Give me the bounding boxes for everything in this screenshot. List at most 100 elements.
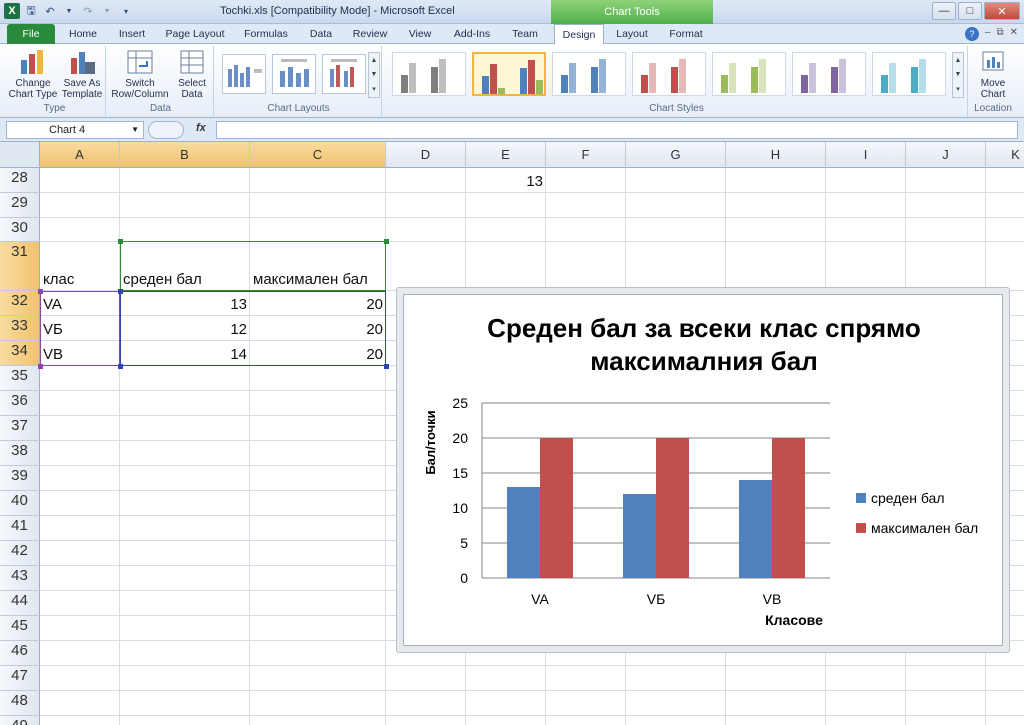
save-icon[interactable]: 🖫 — [23, 3, 39, 19]
column-header-f[interactable]: F — [546, 142, 626, 168]
chart-object[interactable]: Среден бал за всеки клас спрямо максималн… — [396, 287, 1010, 653]
row-header-49[interactable]: 49 — [0, 716, 40, 725]
select-data-label: Select Data — [178, 78, 206, 100]
column-header-i[interactable]: I — [826, 142, 906, 168]
bar-average-0[interactable] — [507, 487, 540, 578]
column-header-g[interactable]: G — [626, 142, 726, 168]
bar-maximum-1[interactable] — [656, 438, 689, 578]
chevron-down-icon[interactable]: ▼ — [99, 3, 115, 19]
tab-formulas[interactable]: Formulas — [238, 24, 294, 44]
customize-toolbar-icon[interactable]: ▾ — [118, 3, 134, 19]
scroll-up-icon[interactable]: ▲ — [955, 57, 962, 64]
bar-maximum-0[interactable] — [540, 438, 573, 578]
row-header-31[interactable]: 31 — [0, 242, 40, 291]
move-chart-icon — [982, 51, 1004, 71]
formula-input[interactable] — [216, 121, 1018, 139]
column-header-k[interactable]: K — [986, 142, 1024, 168]
range-handle[interactable] — [384, 239, 389, 244]
restore-window-icon[interactable]: ⧉ — [996, 27, 1003, 41]
chart-title-line[interactable]: максималния бал — [590, 346, 817, 376]
tab-layout[interactable]: Layout — [610, 24, 654, 44]
move-chart-button[interactable]: Move Chart — [972, 48, 1014, 100]
chart-layout-3[interactable] — [322, 54, 366, 94]
column-header-a[interactable]: A — [40, 142, 120, 168]
more-icon[interactable]: ▾ — [956, 85, 960, 93]
style-bar — [679, 59, 686, 93]
range-handle[interactable] — [38, 364, 43, 369]
undo-icon[interactable]: ↶ — [42, 3, 58, 19]
tab-home[interactable]: Home — [64, 24, 102, 44]
column-header-e[interactable]: E — [466, 142, 546, 168]
range-handle[interactable] — [38, 289, 43, 294]
change-chart-type-button[interactable]: Change Chart Type — [8, 48, 58, 100]
redo-icon[interactable]: ↷ — [80, 3, 96, 19]
tab-insert[interactable]: Insert — [112, 24, 152, 44]
bar-average-2[interactable] — [739, 480, 772, 578]
help-icon[interactable]: ? — [964, 27, 979, 41]
formula-bar-handle[interactable] — [148, 121, 184, 139]
column-header-c[interactable]: C — [250, 142, 386, 168]
tab-file[interactable]: File — [7, 24, 55, 44]
y-axis-title[interactable]: Бал/точки — [423, 410, 438, 474]
style-thumbnail-icon — [881, 59, 926, 93]
chevron-down-icon[interactable]: ▼ — [131, 122, 139, 138]
save-as-template-label: Save As Template — [61, 78, 103, 100]
chart-style-5[interactable] — [712, 52, 786, 96]
column-header-d[interactable]: D — [386, 142, 466, 168]
column-header-h[interactable]: H — [726, 142, 826, 168]
tab-team[interactable]: Team — [506, 24, 544, 44]
legend-swatch — [856, 523, 866, 533]
bar-maximum-2[interactable] — [772, 438, 805, 578]
chart-style-4[interactable] — [632, 52, 706, 96]
tab-view[interactable]: View — [402, 24, 438, 44]
styles-scroll[interactable]: ▲ ▼ ▾ — [952, 52, 964, 98]
more-icon[interactable]: ▾ — [372, 85, 376, 93]
scroll-down-icon[interactable]: ▼ — [955, 71, 962, 78]
scroll-up-icon[interactable]: ▲ — [371, 57, 378, 64]
tab-review[interactable]: Review — [348, 24, 392, 44]
chart-area[interactable]: Среден бал за всеки клас спрямо максималн… — [403, 294, 1003, 646]
style-bar — [751, 67, 758, 93]
chart-style-6[interactable] — [792, 52, 866, 96]
restore-ribbon-icon[interactable]: – — [985, 27, 991, 41]
tab-format[interactable]: Format — [662, 24, 710, 44]
chart-style-1[interactable] — [392, 52, 466, 96]
tab-page-layout[interactable]: Page Layout — [162, 24, 228, 44]
tab-data[interactable]: Data — [304, 24, 338, 44]
switch-row-column-button[interactable]: Switch Row/Column — [110, 48, 170, 100]
style-bar — [721, 75, 728, 93]
bar-average-1[interactable] — [623, 494, 656, 578]
close-workbook-icon[interactable]: ✕ — [1010, 27, 1018, 41]
range-handle[interactable] — [118, 364, 123, 369]
column-header-j[interactable]: J — [906, 142, 986, 168]
chevron-down-icon[interactable]: ▼ — [61, 3, 77, 19]
scroll-down-icon[interactable]: ▼ — [371, 71, 378, 78]
legend-entry[interactable]: максимален бал — [871, 520, 978, 536]
layouts-scroll[interactable]: ▲ ▼ ▾ — [368, 52, 380, 98]
chart-style-7[interactable] — [872, 52, 946, 96]
insert-function-icon[interactable]: fx — [196, 122, 206, 134]
chart-title-line[interactable]: Среден бал за всеки клас спрямо — [487, 313, 921, 343]
close-icon[interactable]: ✕ — [984, 2, 1020, 20]
chart-tools-tab-group: Chart Tools — [551, 0, 713, 24]
chart-layout-2[interactable] — [272, 54, 316, 94]
range-handle[interactable] — [118, 239, 123, 244]
range-handle[interactable] — [384, 364, 389, 369]
excel-logo-icon[interactable]: X — [4, 3, 20, 19]
chart-style-2[interactable] — [472, 52, 546, 96]
select-data-button[interactable]: Select Data — [172, 48, 212, 100]
tab-design[interactable]: Design — [554, 24, 604, 45]
legend-entry[interactable]: среден бал — [871, 490, 945, 506]
name-box[interactable]: Chart 4 ▼ — [6, 121, 144, 139]
save-as-template-button[interactable]: Save As Template — [60, 48, 104, 100]
range-handle[interactable] — [118, 289, 123, 294]
maximize-icon[interactable]: □ — [958, 2, 982, 20]
chart-layout-1[interactable] — [222, 54, 266, 94]
x-axis-title[interactable]: Класове — [765, 612, 823, 628]
column-header-b[interactable]: B — [120, 142, 250, 168]
tab-add-ins[interactable]: Add-Ins — [448, 24, 496, 44]
chart-style-3[interactable] — [552, 52, 626, 96]
minimize-icon[interactable]: — — [932, 2, 956, 20]
cell-a31[interactable]: клас — [40, 242, 120, 291]
cell-e28[interactable]: 13 — [466, 168, 546, 193]
